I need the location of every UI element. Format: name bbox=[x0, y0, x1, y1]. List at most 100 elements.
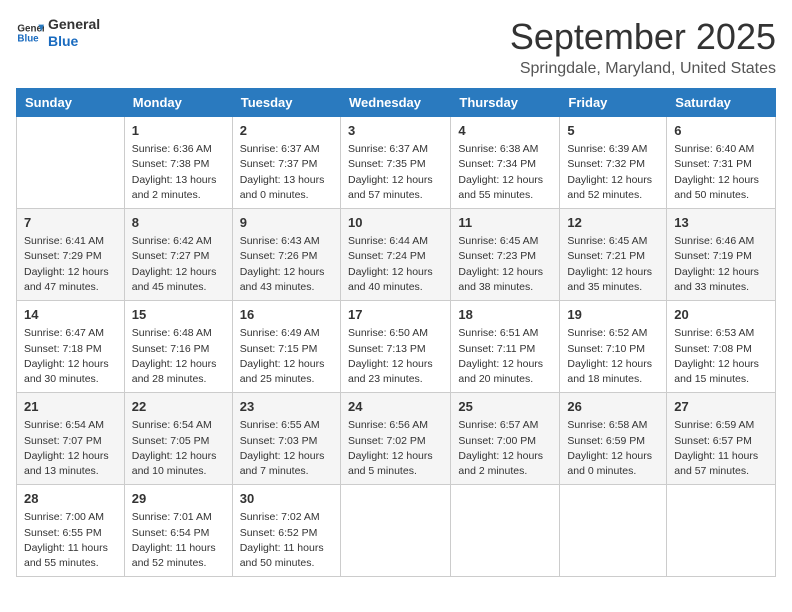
calendar-cell: 15Sunrise: 6:48 AM Sunset: 7:16 PM Dayli… bbox=[124, 301, 232, 393]
calendar-cell: 2Sunrise: 6:37 AM Sunset: 7:37 PM Daylig… bbox=[232, 117, 340, 209]
svg-text:Blue: Blue bbox=[17, 33, 39, 44]
day-number: 12 bbox=[567, 214, 659, 232]
day-number: 27 bbox=[674, 398, 768, 416]
calendar-week-row: 21Sunrise: 6:54 AM Sunset: 7:07 PM Dayli… bbox=[17, 393, 776, 485]
day-info: Sunrise: 6:38 AM Sunset: 7:34 PM Dayligh… bbox=[458, 142, 552, 203]
day-number: 4 bbox=[458, 122, 552, 140]
day-number: 17 bbox=[348, 306, 443, 324]
day-number: 5 bbox=[567, 122, 659, 140]
calendar-week-row: 14 Sunrise: 6:47 AM Sunset: 7:18 PM Dayli… bbox=[17, 301, 776, 393]
calendar-cell: 18 Sunrise: 6:51 AM Sunset: 7:11 PM Dayli… bbox=[451, 301, 560, 393]
calendar-cell: 23Sunrise: 6:55 AM Sunset: 7:03 PM Dayli… bbox=[232, 393, 340, 485]
day-number: 24 bbox=[348, 398, 443, 416]
calendar-cell: 19Sunrise: 6:52 AM Sunset: 7:10 PM Dayli… bbox=[560, 301, 667, 393]
calendar-cell: 6Sunrise: 6:40 AM Sunset: 7:31 PM Daylig… bbox=[667, 117, 776, 209]
day-info: Sunrise: 6:50 AM Sunset: 7:13 PM Dayligh… bbox=[348, 326, 443, 387]
day-info: Sunrise: 6:47 AM Sunset: 7:18 PM Dayligh… bbox=[24, 326, 117, 387]
calendar-body: 1 Sunrise: 6:36 AM Sunset: 7:38 PM Daylig… bbox=[17, 117, 776, 577]
day-info: Sunrise: 6:59 AM Sunset: 6:57 PM Dayligh… bbox=[674, 418, 768, 479]
calendar-cell: 30 Sunrise: 7:02 AM Sunset: 6:52 PM Dayli… bbox=[232, 485, 340, 577]
day-number: 3 bbox=[348, 122, 443, 140]
day-info: Sunrise: 6:37 AM Sunset: 7:37 PM Dayligh… bbox=[240, 142, 333, 203]
day-number: 19 bbox=[567, 306, 659, 324]
calendar-cell: 13 Sunrise: 6:46 AM Sunset: 7:19 PM Dayli… bbox=[667, 209, 776, 301]
day-number: 9 bbox=[240, 214, 333, 232]
day-info: Sunrise: 6:45 AM Sunset: 7:21 PM Dayligh… bbox=[567, 234, 659, 295]
day-number: 29 bbox=[132, 490, 225, 508]
calendar-week-row: 28 Sunrise: 7:00 AM Sunset: 6:55 PM Dayli… bbox=[17, 485, 776, 577]
day-info: Sunrise: 7:01 AM Sunset: 6:54 PM Dayligh… bbox=[132, 510, 225, 571]
title-area: September 2025 Springdale, Maryland, Uni… bbox=[510, 16, 776, 78]
day-info: Sunrise: 6:56 AM Sunset: 7:02 PM Dayligh… bbox=[348, 418, 443, 479]
day-number: 7 bbox=[24, 214, 117, 232]
day-number: 18 bbox=[458, 306, 552, 324]
day-info: Sunrise: 6:41 AM Sunset: 7:29 PM Dayligh… bbox=[24, 234, 117, 295]
calendar-cell: 20 Sunrise: 6:53 AM Sunset: 7:08 PM Dayli… bbox=[667, 301, 776, 393]
header: General Blue General Blue September 2025… bbox=[16, 16, 776, 78]
day-info: Sunrise: 6:44 AM Sunset: 7:24 PM Dayligh… bbox=[348, 234, 443, 295]
day-number: 1 bbox=[132, 122, 225, 140]
calendar-cell: 5 Sunrise: 6:39 AM Sunset: 7:32 PM Daylig… bbox=[560, 117, 667, 209]
calendar-cell: 16Sunrise: 6:49 AM Sunset: 7:15 PM Dayli… bbox=[232, 301, 340, 393]
day-number: 8 bbox=[132, 214, 225, 232]
logo: General Blue General Blue bbox=[16, 16, 100, 50]
calendar-cell bbox=[17, 117, 125, 209]
day-info: Sunrise: 6:46 AM Sunset: 7:19 PM Dayligh… bbox=[674, 234, 768, 295]
day-number: 6 bbox=[674, 122, 768, 140]
day-info: Sunrise: 6:57 AM Sunset: 7:00 PM Dayligh… bbox=[458, 418, 552, 479]
calendar-cell: 14 Sunrise: 6:47 AM Sunset: 7:18 PM Dayli… bbox=[17, 301, 125, 393]
calendar-cell: 7 Sunrise: 6:41 AM Sunset: 7:29 PM Daylig… bbox=[17, 209, 125, 301]
calendar-cell: 1 Sunrise: 6:36 AM Sunset: 7:38 PM Daylig… bbox=[124, 117, 232, 209]
logo-icon: General Blue bbox=[16, 19, 44, 47]
day-info: Sunrise: 6:36 AM Sunset: 7:38 PM Dayligh… bbox=[132, 142, 225, 203]
day-info: Sunrise: 6:37 AM Sunset: 7:35 PM Dayligh… bbox=[348, 142, 443, 203]
day-number: 26 bbox=[567, 398, 659, 416]
day-info: Sunrise: 7:02 AM Sunset: 6:52 PM Dayligh… bbox=[240, 510, 333, 571]
calendar-cell: 11 Sunrise: 6:45 AM Sunset: 7:23 PM Dayli… bbox=[451, 209, 560, 301]
day-number: 20 bbox=[674, 306, 768, 324]
calendar-cell: 26Sunrise: 6:58 AM Sunset: 6:59 PM Dayli… bbox=[560, 393, 667, 485]
weekday-header-tuesday: Tuesday bbox=[232, 89, 340, 117]
day-number: 13 bbox=[674, 214, 768, 232]
calendar-cell bbox=[560, 485, 667, 577]
calendar-cell: 27 Sunrise: 6:59 AM Sunset: 6:57 PM Dayli… bbox=[667, 393, 776, 485]
weekday-header-monday: Monday bbox=[124, 89, 232, 117]
day-info: Sunrise: 6:45 AM Sunset: 7:23 PM Dayligh… bbox=[458, 234, 552, 295]
day-number: 23 bbox=[240, 398, 333, 416]
logo-text-general: General bbox=[48, 16, 100, 33]
calendar-cell: 12 Sunrise: 6:45 AM Sunset: 7:21 PM Dayli… bbox=[560, 209, 667, 301]
month-title: September 2025 bbox=[510, 16, 776, 58]
day-info: Sunrise: 6:43 AM Sunset: 7:26 PM Dayligh… bbox=[240, 234, 333, 295]
weekday-header-friday: Friday bbox=[560, 89, 667, 117]
calendar-cell: 10Sunrise: 6:44 AM Sunset: 7:24 PM Dayli… bbox=[340, 209, 450, 301]
location-title: Springdale, Maryland, United States bbox=[510, 60, 776, 78]
logo-text-blue: Blue bbox=[48, 33, 100, 50]
day-info: Sunrise: 6:49 AM Sunset: 7:15 PM Dayligh… bbox=[240, 326, 333, 387]
weekday-header-saturday: Saturday bbox=[667, 89, 776, 117]
day-number: 14 bbox=[24, 306, 117, 324]
day-number: 21 bbox=[24, 398, 117, 416]
calendar-week-row: 7 Sunrise: 6:41 AM Sunset: 7:29 PM Daylig… bbox=[17, 209, 776, 301]
day-info: Sunrise: 6:53 AM Sunset: 7:08 PM Dayligh… bbox=[674, 326, 768, 387]
day-info: Sunrise: 6:48 AM Sunset: 7:16 PM Dayligh… bbox=[132, 326, 225, 387]
day-info: Sunrise: 6:39 AM Sunset: 7:32 PM Dayligh… bbox=[567, 142, 659, 203]
day-number: 25 bbox=[458, 398, 552, 416]
day-number: 30 bbox=[240, 490, 333, 508]
day-number: 28 bbox=[24, 490, 117, 508]
calendar-cell: 29 Sunrise: 7:01 AM Sunset: 6:54 PM Dayli… bbox=[124, 485, 232, 577]
calendar-table: SundayMondayTuesdayWednesdayThursdayFrid… bbox=[16, 88, 776, 577]
day-info: Sunrise: 7:00 AM Sunset: 6:55 PM Dayligh… bbox=[24, 510, 117, 571]
calendar-cell: 9 Sunrise: 6:43 AM Sunset: 7:26 PM Daylig… bbox=[232, 209, 340, 301]
calendar-cell bbox=[451, 485, 560, 577]
calendar-header-row: SundayMondayTuesdayWednesdayThursdayFrid… bbox=[17, 89, 776, 117]
day-info: Sunrise: 6:51 AM Sunset: 7:11 PM Dayligh… bbox=[458, 326, 552, 387]
weekday-header-wednesday: Wednesday bbox=[340, 89, 450, 117]
day-number: 22 bbox=[132, 398, 225, 416]
calendar-cell: 22Sunrise: 6:54 AM Sunset: 7:05 PM Dayli… bbox=[124, 393, 232, 485]
calendar-cell bbox=[340, 485, 450, 577]
calendar-cell: 17 Sunrise: 6:50 AM Sunset: 7:13 PM Dayli… bbox=[340, 301, 450, 393]
calendar-cell: 24 Sunrise: 6:56 AM Sunset: 7:02 PM Dayli… bbox=[340, 393, 450, 485]
calendar-cell: 4 Sunrise: 6:38 AM Sunset: 7:34 PM Daylig… bbox=[451, 117, 560, 209]
day-number: 11 bbox=[458, 214, 552, 232]
calendar-cell: 8Sunrise: 6:42 AM Sunset: 7:27 PM Daylig… bbox=[124, 209, 232, 301]
